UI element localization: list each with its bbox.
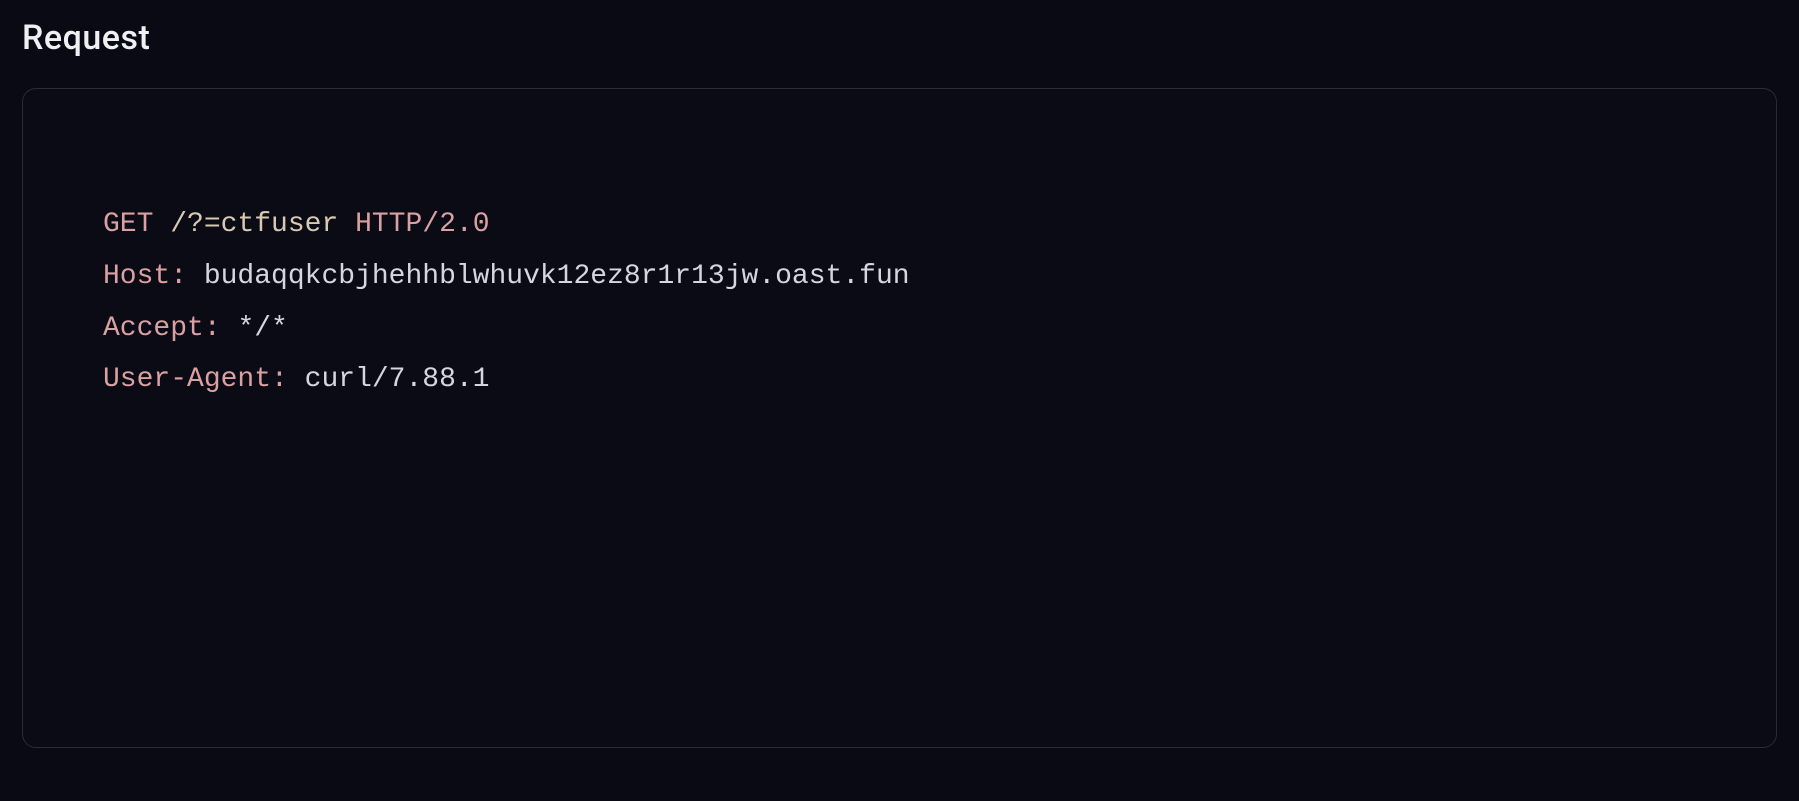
header-name-host: Host: — [103, 261, 187, 292]
header-user-agent: User-Agent: curl/7.88.1 — [103, 354, 1696, 406]
http-method: GET — [103, 209, 153, 240]
http-path: /?=ctfuser — [170, 209, 338, 240]
header-value-user-agent: curl/7.88.1 — [305, 364, 490, 395]
section-title: Request — [22, 18, 1777, 58]
header-accept: Accept: */* — [103, 303, 1696, 355]
header-name-accept: Accept: — [103, 313, 221, 344]
header-name-user-agent: User-Agent: — [103, 364, 288, 395]
header-host: Host: budaqqkcbjhehhblwhuvk12ez8r1r13jw.… — [103, 251, 1696, 303]
http-protocol: HTTP/2.0 — [355, 209, 489, 240]
request-panel: GET /?=ctfuser HTTP/2.0 Host: budaqqkcbj… — [22, 88, 1777, 748]
request-start-line: GET /?=ctfuser HTTP/2.0 — [103, 199, 1696, 251]
header-value-accept: */* — [237, 313, 287, 344]
header-value-host: budaqqkcbjhehhblwhuvk12ez8r1r13jw.oast.f… — [204, 261, 910, 292]
